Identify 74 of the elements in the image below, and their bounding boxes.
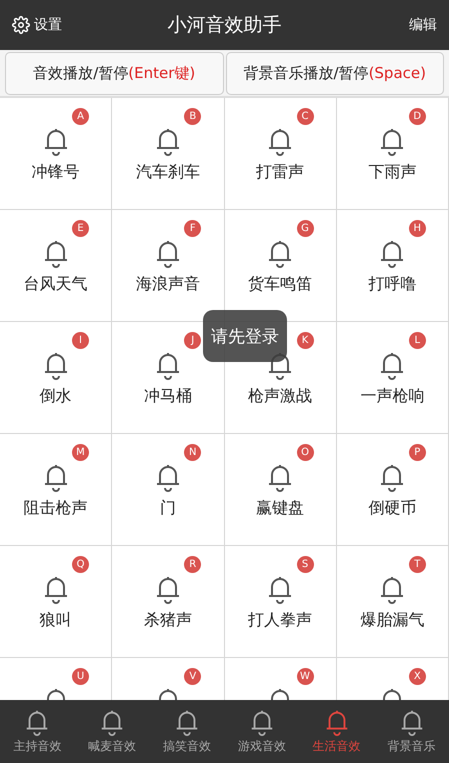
shortcut-key: G: [296, 220, 314, 237]
shortcut-key: P: [408, 444, 426, 461]
shortcut-key: L: [408, 332, 426, 349]
sound-name: 打雷声: [256, 162, 304, 183]
shortcut-key: V: [184, 668, 202, 685]
sound-tile[interactable]: H 打呼噜: [336, 210, 449, 322]
tab[interactable]: 搞笑音效: [150, 700, 224, 763]
login-toast: 请先登录: [203, 310, 287, 362]
sound-name: 打呼噜: [368, 274, 416, 295]
sound-name: 冲马桶: [144, 386, 192, 407]
sound-name: 枪声激战: [248, 386, 312, 407]
sound-tile[interactable]: T 爆胎漏气: [336, 546, 449, 658]
shortcut-key: C: [296, 108, 314, 125]
sound-name: 台风天气: [24, 274, 88, 295]
sound-name: 爆胎漏气: [360, 610, 424, 631]
sound-tile[interactable]: A 冲锋号: [0, 98, 112, 210]
shortcut-key: U: [72, 668, 89, 685]
shortcut-key: N: [184, 444, 202, 461]
tab[interactable]: 主持音效: [0, 700, 75, 763]
shortcut-key: B: [184, 108, 202, 125]
sound-name: 阻击枪声: [24, 498, 88, 519]
app-title: 小河音效助手: [168, 13, 282, 38]
shortcut-key: K: [296, 332, 314, 349]
sound-tile[interactable]: M 阻击枪声: [0, 434, 112, 546]
shortcut-key: D: [408, 108, 426, 125]
sound-name: 海浪声音: [136, 274, 200, 295]
shortcut-key: R: [184, 556, 202, 573]
sound-tile[interactable]: L 一声枪响: [336, 322, 449, 434]
sound-name: 货车鸣笛: [248, 274, 312, 295]
shortcut-key: X: [408, 668, 426, 685]
play-pause-button[interactable]: 音效播放/暂停(Enter键): [5, 52, 224, 95]
settings-button[interactable]: 设置: [12, 16, 62, 34]
sound-tile[interactable]: N 门: [112, 434, 224, 546]
edit-button[interactable]: 编辑: [409, 16, 437, 34]
shortcut-key: Q: [72, 556, 89, 573]
shortcut-key: I: [72, 332, 89, 349]
tab[interactable]: 背景音乐: [374, 700, 449, 763]
sound-tile[interactable]: S 打人拳声: [224, 546, 337, 658]
shortcut-key: E: [72, 220, 89, 237]
sound-tile[interactable]: G 货车鸣笛: [224, 210, 337, 322]
shortcut-key: W: [296, 668, 314, 685]
sound-tile[interactable]: O 赢键盘: [224, 434, 337, 546]
sound-name: 倒硬币: [368, 498, 416, 519]
shortcut-key: M: [72, 444, 89, 461]
tab[interactable]: 喊麦音效: [74, 700, 150, 763]
tab[interactable]: 游戏音效: [224, 700, 300, 763]
sound-name: 门: [160, 498, 176, 519]
sound-name: 赢键盘: [256, 498, 304, 519]
shortcut-key: H: [408, 220, 426, 237]
sound-tile[interactable]: B 汽车刹车: [112, 98, 224, 210]
sound-tile[interactable]: D 下雨声: [336, 98, 449, 210]
sound-tile[interactable]: F 海浪声音: [112, 210, 224, 322]
sound-name: 下雨声: [368, 162, 416, 183]
shortcut-key: J: [184, 332, 202, 349]
sound-name: 冲锋号: [32, 162, 80, 183]
sound-name: 倒水: [40, 386, 72, 407]
sound-name: 狼叫: [40, 610, 72, 631]
sound-tile[interactable]: E 台风天气: [0, 210, 112, 322]
shortcut-key: S: [296, 556, 314, 573]
play-pause-button[interactable]: 背景音乐播放/暂停(Space): [226, 52, 444, 95]
sound-name: 汽车刹车: [136, 162, 200, 183]
shortcut-key: O: [296, 444, 314, 461]
sound-name: 一声枪响: [360, 386, 424, 407]
shortcut-key: T: [408, 556, 426, 573]
sound-name: 杀猪声: [144, 610, 192, 631]
settings-icon: [12, 16, 30, 34]
sound-tile[interactable]: Q 狼叫: [0, 546, 112, 658]
sound-tile[interactable]: P 倒硬币: [336, 434, 449, 546]
shortcut-key: A: [72, 108, 89, 125]
sound-name: 打人拳声: [248, 610, 312, 631]
shortcut-key: F: [184, 220, 202, 237]
sound-tile[interactable]: C 打雷声: [224, 98, 337, 210]
sound-tile[interactable]: I 倒水: [0, 322, 112, 434]
sound-tile[interactable]: R 杀猪声: [112, 546, 224, 658]
